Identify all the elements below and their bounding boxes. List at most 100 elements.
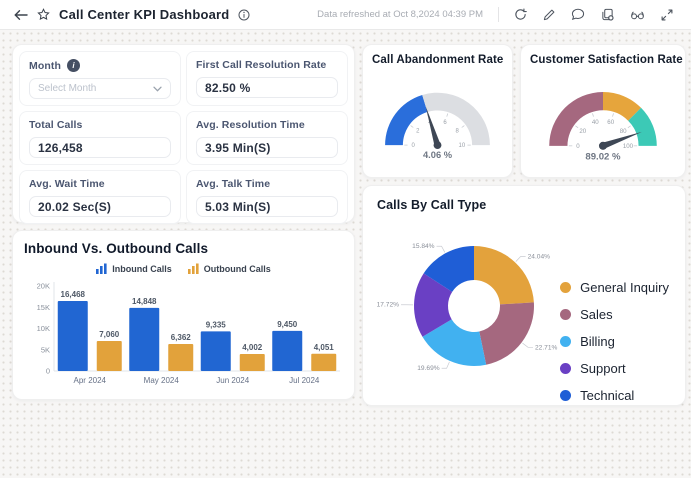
minibar-icon bbox=[96, 263, 107, 274]
donut-label-line bbox=[522, 342, 534, 348]
donut-percent-label: 22.71% bbox=[535, 344, 558, 351]
views-icon[interactable] bbox=[630, 9, 645, 21]
refresh-icon[interactable] bbox=[514, 8, 527, 21]
donut-label-line bbox=[441, 361, 450, 369]
legend-label: Outbound Calls bbox=[203, 263, 271, 274]
abandonment-gauge-chart: 02468104.06 % bbox=[385, 92, 490, 160]
satisfaction-rate-title: Customer Satisfaction Rate bbox=[530, 54, 683, 66]
kpi-value: 82.50 % bbox=[196, 77, 338, 98]
gauge-tick-label: 40 bbox=[592, 119, 599, 126]
kpi-tile-avg-resolution: Avg. Resolution Time 3.95 Min(S) bbox=[186, 111, 348, 165]
month-select[interactable]: Select Month bbox=[29, 78, 171, 99]
donut-slice bbox=[479, 302, 534, 365]
legend-item-general-inquiry[interactable]: General Inquiry bbox=[560, 280, 669, 295]
abandonment-rate-title: Call Abandonment Rate bbox=[372, 54, 504, 66]
legend-dot bbox=[560, 336, 572, 347]
legend-label: General Inquiry bbox=[580, 280, 669, 295]
gauge-needle bbox=[425, 106, 441, 147]
gauge-needle-pivot bbox=[598, 141, 608, 150]
calls-by-type-title: Calls By Call Type bbox=[377, 198, 487, 212]
legend-item-technical[interactable]: Technical bbox=[560, 388, 669, 403]
x-axis-label: Jul 2024 bbox=[289, 376, 320, 385]
inbound-outbound-title: Inbound Vs. Outbound Calls bbox=[24, 241, 209, 256]
calls-by-type-card: Calls By Call Type 24.04% 22.71% 19.69% 17.… bbox=[362, 185, 686, 406]
x-axis-label: May 2024 bbox=[144, 376, 180, 385]
gauge-tick bbox=[627, 125, 631, 129]
gauge-tick-label: 100 bbox=[623, 143, 634, 150]
bar bbox=[272, 330, 303, 371]
y-axis-label: 10K bbox=[37, 324, 50, 333]
month-select-placeholder: Select Month bbox=[38, 83, 97, 94]
inbound-outbound-card: Inbound Vs. Outbound Calls Inbound Calls… bbox=[12, 230, 355, 400]
donut-percent-label: 17.72% bbox=[377, 302, 400, 309]
legend-item-billing[interactable]: Billing bbox=[560, 334, 669, 349]
legend-item-outbound[interactable]: Outbound Calls bbox=[187, 263, 271, 274]
kpi-value: 3.95 Min(S) bbox=[196, 137, 338, 158]
chevron-down-icon bbox=[153, 86, 162, 92]
legend-item-support[interactable]: Support bbox=[560, 361, 669, 376]
legend-label: Billing bbox=[580, 334, 615, 349]
y-axis-label: 5K bbox=[41, 345, 50, 354]
copy-icon[interactable] bbox=[601, 8, 614, 21]
gauge-value-label: 89.02 % bbox=[585, 151, 621, 162]
bar-value-label: 7,060 bbox=[99, 330, 120, 339]
bar-value-label: 9,335 bbox=[206, 320, 227, 329]
month-label: Month i bbox=[29, 59, 171, 72]
bar-value-label: 16,468 bbox=[61, 290, 86, 299]
donut-percent-label: 24.04% bbox=[528, 253, 551, 260]
legend-label: Technical bbox=[580, 388, 635, 403]
back-icon[interactable] bbox=[14, 9, 28, 21]
legend-label: Support bbox=[580, 361, 626, 376]
edit-icon[interactable] bbox=[543, 9, 555, 21]
bar-value-label: 4,051 bbox=[314, 343, 335, 352]
legend-dot bbox=[560, 390, 572, 401]
gauge-segment bbox=[422, 92, 490, 146]
inbound-outbound-bar-chart: 20K 15K 10K 5K 0 16,468 7,060 Apr 2024 14,848 6,3… bbox=[37, 282, 340, 385]
satisfaction-rate-card: Customer Satisfaction Rate 0 20 40 60 80 100 8… bbox=[520, 44, 686, 178]
month-info-icon[interactable]: i bbox=[67, 59, 80, 72]
gauge-tick-label: 0 bbox=[412, 143, 416, 149]
gauge-tick-label: 8 bbox=[456, 129, 460, 135]
bar bbox=[311, 353, 337, 371]
gauge-tick-label: 0 bbox=[576, 143, 580, 150]
gauge-tick-label: 6 bbox=[443, 120, 447, 126]
legend-dot bbox=[560, 309, 572, 320]
comment-icon[interactable] bbox=[571, 8, 585, 21]
kpi-tile-avg-wait: Avg. Wait Time 20.02 Sec(S) bbox=[19, 170, 181, 224]
y-axis-label: 0 bbox=[46, 367, 50, 376]
gauge-tick bbox=[446, 113, 449, 117]
bar-value-label: 9,450 bbox=[277, 320, 298, 329]
month-filter-tile: Month i Select Month bbox=[19, 51, 181, 106]
bar-chart-legend: Inbound Calls Outbound Calls bbox=[24, 263, 343, 274]
gauge-tick-label: 10 bbox=[459, 143, 466, 149]
dashboard-canvas: Month i Select Month First Call Resoluti… bbox=[0, 30, 691, 478]
gauge-tick-label: 2 bbox=[416, 129, 420, 135]
y-axis-label: 15K bbox=[37, 303, 50, 312]
y-axis-label: 20K bbox=[37, 282, 50, 291]
header-divider bbox=[498, 7, 499, 22]
gauge-tick bbox=[461, 125, 465, 128]
month-label-text: Month bbox=[29, 59, 61, 72]
donut-label-line bbox=[515, 256, 526, 262]
calls-by-type-donut-chart: 24.04% 22.71% 19.69% 17.72% 15.84% bbox=[377, 243, 558, 372]
legend-item-sales[interactable]: Sales bbox=[560, 307, 669, 322]
donut-label-line bbox=[436, 245, 446, 253]
header-actions bbox=[514, 8, 677, 21]
legend-item-inbound[interactable]: Inbound Calls bbox=[96, 263, 172, 274]
gauge-needle-pivot bbox=[433, 141, 442, 150]
kpi-label: Avg. Talk Time bbox=[196, 178, 271, 190]
donut-percent-label: 15.84% bbox=[412, 243, 435, 250]
info-icon[interactable] bbox=[238, 9, 250, 21]
kpi-label: First Call Resolution Rate bbox=[196, 59, 327, 71]
bar bbox=[239, 353, 265, 371]
gauge-tick-label: 60 bbox=[607, 119, 614, 126]
x-axis-label: Jun 2024 bbox=[216, 376, 249, 385]
fullscreen-icon[interactable] bbox=[661, 9, 673, 21]
star-icon[interactable] bbox=[37, 8, 50, 21]
kpi-label: Avg. Resolution Time bbox=[196, 119, 305, 131]
data-refreshed-text: Data refreshed at Oct 8,2024 04:39 PM bbox=[317, 9, 483, 20]
bar bbox=[57, 301, 88, 371]
bar bbox=[96, 340, 122, 371]
donut-percent-label: 19.69% bbox=[417, 365, 440, 372]
kpi-label: Total Calls bbox=[29, 119, 83, 131]
